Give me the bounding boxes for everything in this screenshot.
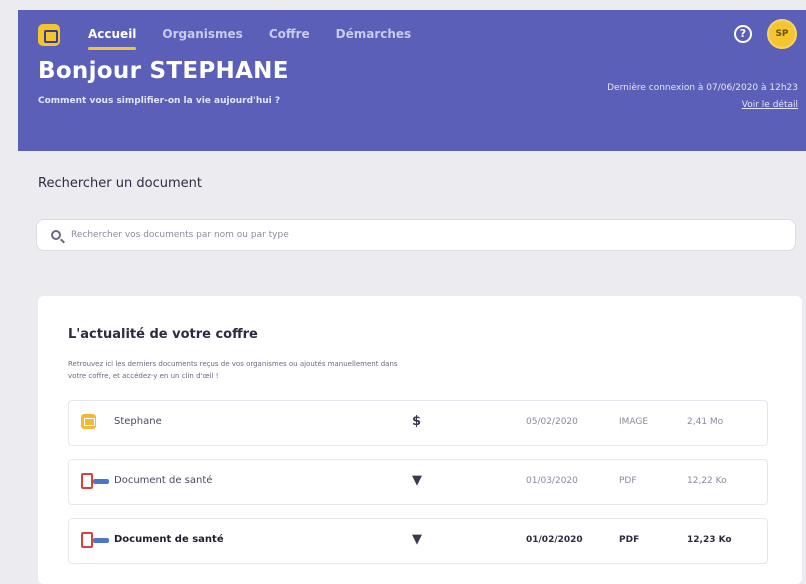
nav-item-organismes[interactable]: Organismes [162, 24, 242, 44]
last-login-detail-link[interactable]: Voir le détail [607, 97, 798, 114]
document-name: Document de santé [114, 475, 213, 486]
document-row[interactable]: Stephane $ 05/02/2020 IMAGE 2,41 Mo [68, 400, 768, 446]
organism-logo-icon [93, 479, 109, 484]
news-card: L'actualité de votre coffre Retrouvez ic… [38, 296, 802, 584]
nav-item-accueil[interactable]: Accueil [88, 24, 137, 50]
search-box[interactable] [36, 219, 796, 251]
help-icon[interactable]: ? [734, 25, 752, 43]
top-header: Accueil Organismes Coffre Démarches ? SP… [18, 10, 806, 151]
subtitle: Comment vous simplifier-on la vie aujour… [38, 96, 281, 106]
document-name: Stephane [114, 416, 162, 427]
document-size: 12,23 Ko [687, 535, 732, 545]
document-date: 05/02/2020 [526, 417, 578, 427]
app-logo-icon[interactable] [38, 24, 60, 46]
document-row[interactable]: Document de santé ▼ 01/03/2020 PDF 12,22… [68, 459, 768, 505]
nav-item-demarches[interactable]: Démarches [336, 24, 412, 44]
document-type: PDF [619, 476, 637, 486]
search-icon [51, 230, 61, 240]
avatar[interactable]: SP [767, 19, 797, 49]
main-nav: Accueil Organismes Coffre Démarches [88, 24, 412, 50]
document-type: IMAGE [619, 417, 649, 427]
document-row[interactable]: Document de santé ▼ 01/02/2020 PDF 12,23… [68, 518, 768, 564]
pdf-icon [81, 473, 93, 489]
page-title: Bonjour STEPHANE [38, 58, 289, 84]
last-login-text: Dernière connexion à 07/06/2020 à 12h23 [607, 83, 798, 93]
owner-icon: $ [412, 414, 422, 429]
search-section-title: Rechercher un document [38, 176, 202, 191]
document-size: 2,41 Mo [687, 417, 724, 427]
document-date: 01/02/2020 [526, 535, 583, 545]
heart-icon: ▼ [412, 532, 422, 547]
image-icon [81, 414, 96, 429]
search-input[interactable] [71, 225, 771, 245]
document-list: Stephane $ 05/02/2020 IMAGE 2,41 Mo Docu… [68, 400, 768, 577]
document-type: PDF [619, 535, 640, 545]
document-name: Document de santé [114, 534, 224, 545]
document-size: 12,22 Ko [687, 476, 727, 486]
pdf-icon [81, 532, 93, 548]
news-description: Retrouvez ici les derniers documents reç… [68, 360, 398, 380]
heart-icon: ▼ [412, 473, 422, 488]
nav-item-coffre[interactable]: Coffre [269, 24, 310, 44]
news-title: L'actualité de votre coffre [68, 327, 258, 342]
organism-logo-icon [93, 538, 109, 543]
last-login-info: Dernière connexion à 07/06/2020 à 12h23 … [607, 80, 798, 114]
document-date: 01/03/2020 [526, 476, 578, 486]
